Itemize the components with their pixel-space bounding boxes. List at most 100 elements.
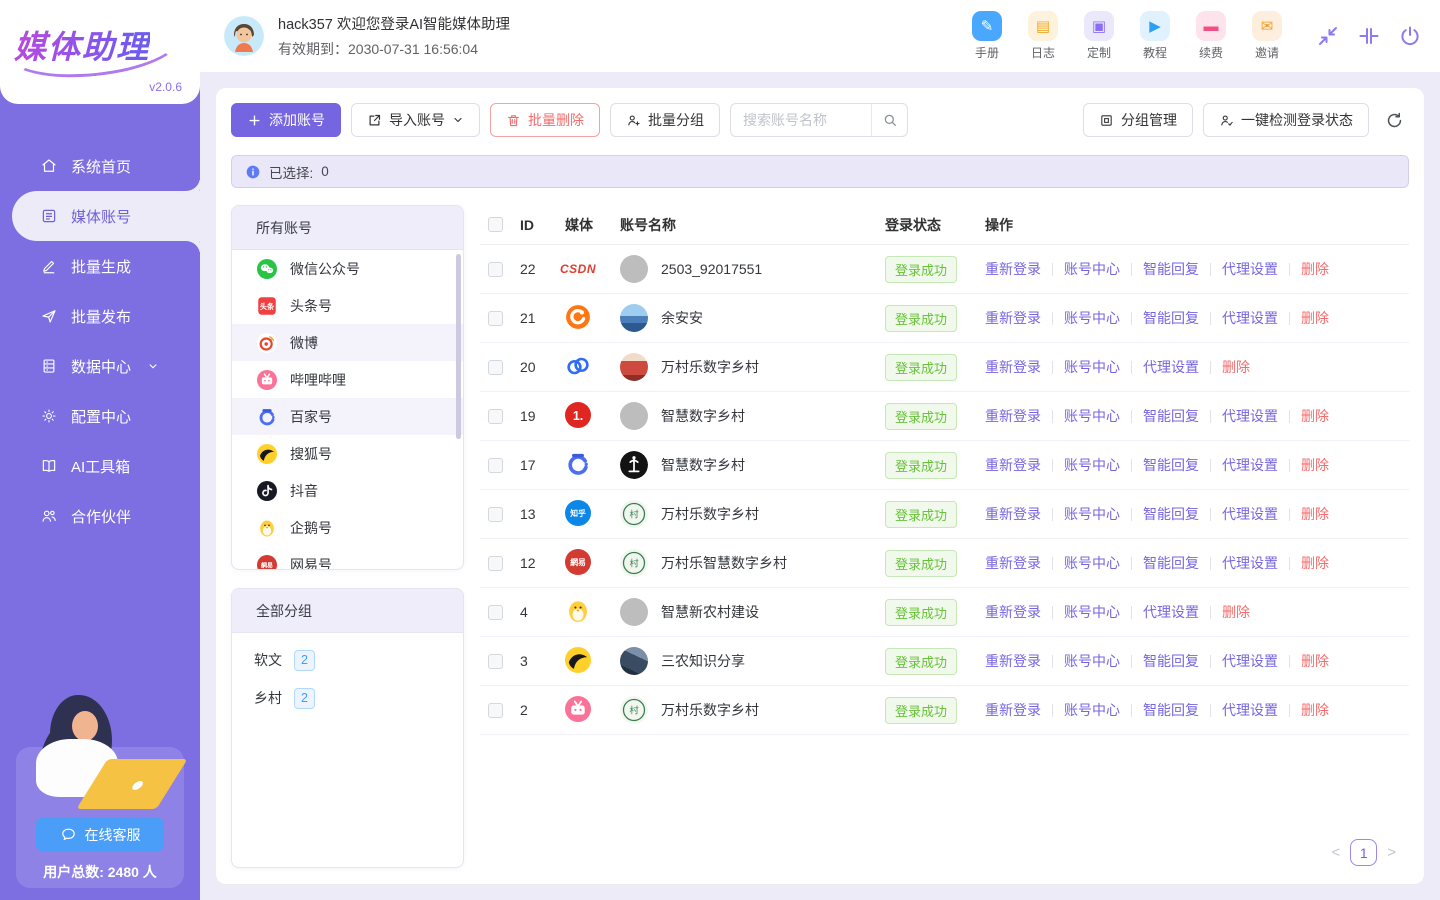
delete-action[interactable]: 删除 xyxy=(1301,553,1329,573)
sidebar-item-gear[interactable]: 配置中心 xyxy=(0,391,200,441)
sidebar-item-home[interactable]: 系统首页 xyxy=(0,141,200,191)
delete-action[interactable]: 删除 xyxy=(1301,308,1329,328)
relogin-action[interactable]: 重新登录 xyxy=(985,553,1041,573)
user-avatar[interactable] xyxy=(224,16,264,56)
relogin-action[interactable]: 重新登录 xyxy=(985,504,1041,524)
delete-action[interactable]: 删除 xyxy=(1301,700,1329,720)
relogin-action[interactable]: 重新登录 xyxy=(985,651,1041,671)
proxy-settings-action[interactable]: 代理设置 xyxy=(1222,406,1278,426)
relogin-action[interactable]: 重新登录 xyxy=(985,406,1041,426)
quick-tutorial[interactable]: ▶ 教程 xyxy=(1140,11,1170,61)
media-type-weibo[interactable]: 微博 xyxy=(232,324,463,361)
row-checkbox[interactable] xyxy=(488,556,503,571)
media-type-douyin[interactable]: 抖音 xyxy=(232,472,463,509)
refresh-button[interactable] xyxy=(1379,105,1409,135)
delete-action[interactable]: 删除 xyxy=(1301,504,1329,524)
check-login-button[interactable]: 一键检测登录状态 xyxy=(1203,103,1369,137)
row-checkbox[interactable] xyxy=(488,311,503,326)
smart-reply-action[interactable]: 智能回复 xyxy=(1143,651,1199,671)
account-center-action[interactable]: 账号中心 xyxy=(1064,700,1120,720)
quick-custom[interactable]: ▣ 定制 xyxy=(1084,11,1114,61)
media-type-wechat[interactable]: 微信公众号 xyxy=(232,250,463,287)
media-type-qiehao[interactable]: 企鹅号 xyxy=(232,509,463,546)
proxy-settings-action[interactable]: 代理设置 xyxy=(1222,504,1278,524)
delete-action[interactable]: 删除 xyxy=(1301,455,1329,475)
search-button[interactable] xyxy=(871,103,907,137)
media-type-netease[interactable]: 網易网易号 xyxy=(232,546,463,570)
scrollbar-thumb[interactable] xyxy=(456,254,461,439)
search-input[interactable] xyxy=(731,112,871,128)
media-type-baijiahao[interactable]: 百家号 xyxy=(232,398,463,435)
row-checkbox[interactable] xyxy=(488,654,503,669)
next-page-arrow[interactable]: > xyxy=(1387,844,1396,861)
proxy-settings-action[interactable]: 代理设置 xyxy=(1143,602,1199,622)
proxy-settings-action[interactable]: 代理设置 xyxy=(1222,455,1278,475)
smart-reply-action[interactable]: 智能回复 xyxy=(1143,406,1199,426)
page-number[interactable]: 1 xyxy=(1350,839,1377,866)
sidebar-item-media[interactable]: 媒体账号 xyxy=(12,191,200,241)
account-center-action[interactable]: 账号中心 xyxy=(1064,357,1120,377)
row-checkbox[interactable] xyxy=(488,360,503,375)
online-service-button[interactable]: 在线客服 xyxy=(36,817,164,852)
account-center-action[interactable]: 账号中心 xyxy=(1064,308,1120,328)
row-checkbox[interactable] xyxy=(488,703,503,718)
select-all-checkbox[interactable] xyxy=(488,217,503,232)
sidebar-item-partners[interactable]: 合作伙伴 xyxy=(0,491,200,541)
smart-reply-action[interactable]: 智能回复 xyxy=(1143,553,1199,573)
smart-reply-action[interactable]: 智能回复 xyxy=(1143,504,1199,524)
smart-reply-action[interactable]: 智能回复 xyxy=(1143,455,1199,475)
relogin-action[interactable]: 重新登录 xyxy=(985,700,1041,720)
proxy-settings-action[interactable]: 代理设置 xyxy=(1222,700,1278,720)
relogin-action[interactable]: 重新登录 xyxy=(985,259,1041,279)
relogin-action[interactable]: 重新登录 xyxy=(985,455,1041,475)
delete-action[interactable]: 删除 xyxy=(1301,259,1329,279)
media-type-toutiao[interactable]: 头条头条号 xyxy=(232,287,463,324)
row-checkbox[interactable] xyxy=(488,262,503,277)
exit-fullscreen-icon[interactable] xyxy=(1316,24,1340,48)
row-checkbox[interactable] xyxy=(488,458,503,473)
smart-reply-action[interactable]: 智能回复 xyxy=(1143,700,1199,720)
group-item[interactable]: 软文 2 xyxy=(232,641,463,679)
delete-action[interactable]: 删除 xyxy=(1301,651,1329,671)
account-center-action[interactable]: 账号中心 xyxy=(1064,504,1120,524)
account-center-action[interactable]: 账号中心 xyxy=(1064,455,1120,475)
proxy-settings-action[interactable]: 代理设置 xyxy=(1222,651,1278,671)
media-type-bilibili[interactable]: 哔哩哔哩 xyxy=(232,361,463,398)
account-center-action[interactable]: 账号中心 xyxy=(1064,406,1120,426)
quick-manual[interactable]: ✎ 手册 xyxy=(972,11,1002,61)
media-type-sohu[interactable]: 搜狐号 xyxy=(232,435,463,472)
account-center-action[interactable]: 账号中心 xyxy=(1064,553,1120,573)
relogin-action[interactable]: 重新登录 xyxy=(985,308,1041,328)
account-center-action[interactable]: 账号中心 xyxy=(1064,602,1120,622)
row-checkbox[interactable] xyxy=(488,409,503,424)
group-item[interactable]: 乡村 2 xyxy=(232,679,463,717)
delete-action[interactable]: 删除 xyxy=(1222,357,1250,377)
smart-reply-action[interactable]: 智能回复 xyxy=(1143,259,1199,279)
prev-page-arrow[interactable]: < xyxy=(1331,844,1340,861)
sidebar-item-send[interactable]: 批量发布 xyxy=(0,291,200,341)
row-checkbox[interactable] xyxy=(488,507,503,522)
relogin-action[interactable]: 重新登录 xyxy=(985,357,1041,377)
delete-action[interactable]: 删除 xyxy=(1222,602,1250,622)
proxy-settings-action[interactable]: 代理设置 xyxy=(1222,308,1278,328)
sidebar-item-book[interactable]: AI工具箱 xyxy=(0,441,200,491)
row-checkbox[interactable] xyxy=(488,605,503,620)
quick-invite[interactable]: ✉ 邀请 xyxy=(1252,11,1282,61)
proxy-settings-action[interactable]: 代理设置 xyxy=(1222,553,1278,573)
add-account-button[interactable]: 添加账号 xyxy=(231,103,341,137)
delete-action[interactable]: 删除 xyxy=(1301,406,1329,426)
batch-group-button[interactable]: 批量分组 xyxy=(610,103,720,137)
relogin-action[interactable]: 重新登录 xyxy=(985,602,1041,622)
collapse-panel-icon[interactable] xyxy=(1357,24,1381,48)
import-account-button[interactable]: 导入账号 xyxy=(351,103,480,137)
batch-delete-button[interactable]: 批量删除 xyxy=(490,103,600,137)
sidebar-item-database[interactable]: 数据中心 xyxy=(0,341,200,391)
account-center-action[interactable]: 账号中心 xyxy=(1064,259,1120,279)
power-icon[interactable] xyxy=(1398,24,1422,48)
quick-renew[interactable]: ▬ 续费 xyxy=(1196,11,1226,61)
sidebar-item-pencil[interactable]: 批量生成 xyxy=(0,241,200,291)
smart-reply-action[interactable]: 智能回复 xyxy=(1143,308,1199,328)
proxy-settings-action[interactable]: 代理设置 xyxy=(1222,259,1278,279)
account-center-action[interactable]: 账号中心 xyxy=(1064,651,1120,671)
proxy-settings-action[interactable]: 代理设置 xyxy=(1143,357,1199,377)
